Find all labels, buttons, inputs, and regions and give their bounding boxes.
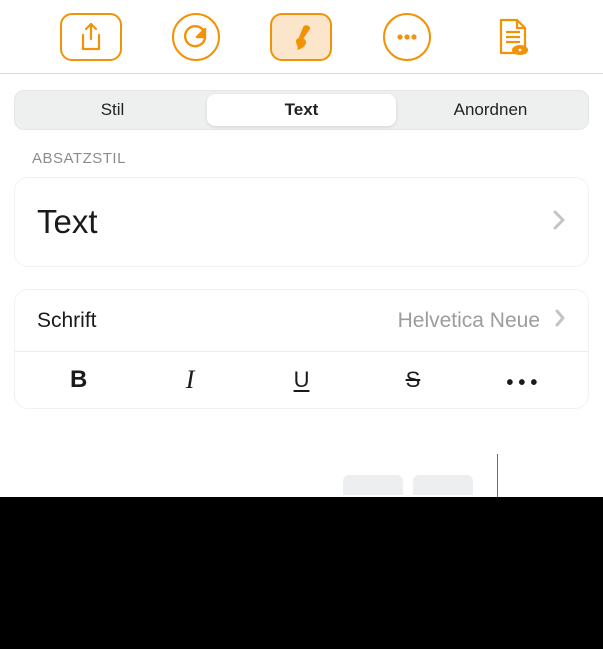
brush-icon (288, 22, 314, 52)
document-view-button[interactable] (481, 13, 543, 61)
format-tabs-container: Stil Text Anordnen (0, 74, 603, 150)
document-view-icon (495, 17, 529, 57)
underline-button[interactable]: U (246, 367, 357, 393)
font-value: Helvetica Neue (398, 309, 540, 333)
tab-stil[interactable]: Stil (18, 94, 207, 126)
share-icon (79, 22, 103, 52)
font-card: Schrift Helvetica Neue B I U S ••• (14, 289, 589, 409)
tab-text[interactable]: Text (207, 94, 396, 126)
cropped-controls (343, 475, 473, 495)
bottom-black-area (0, 497, 603, 649)
share-button[interactable] (60, 13, 122, 61)
more-horizontal-icon (394, 24, 420, 50)
format-segmented-control: Stil Text Anordnen (14, 90, 589, 130)
paragraph-style-section-title: ABSATZSTIL (0, 150, 603, 177)
chevron-right-icon (554, 308, 566, 333)
more-text-options-button[interactable]: ••• (469, 377, 580, 383)
more-menu-button[interactable] (383, 13, 431, 61)
paragraph-style-value: Text (37, 203, 98, 241)
tab-anordnen[interactable]: Anordnen (396, 94, 585, 126)
chevron-right-icon (552, 209, 566, 236)
undo-button[interactable] (172, 13, 220, 61)
paragraph-style-row[interactable]: Text (14, 177, 589, 267)
undo-icon (183, 24, 209, 50)
top-toolbar (0, 0, 603, 74)
text-style-bar: B I U S ••• (15, 352, 588, 408)
bold-button[interactable]: B (23, 366, 134, 394)
font-row[interactable]: Schrift Helvetica Neue (15, 290, 588, 352)
callout-line (497, 454, 498, 498)
italic-button[interactable]: I (134, 365, 245, 395)
strikethrough-button[interactable]: S (357, 367, 468, 393)
format-brush-button[interactable] (270, 13, 332, 61)
font-label: Schrift (37, 309, 97, 333)
